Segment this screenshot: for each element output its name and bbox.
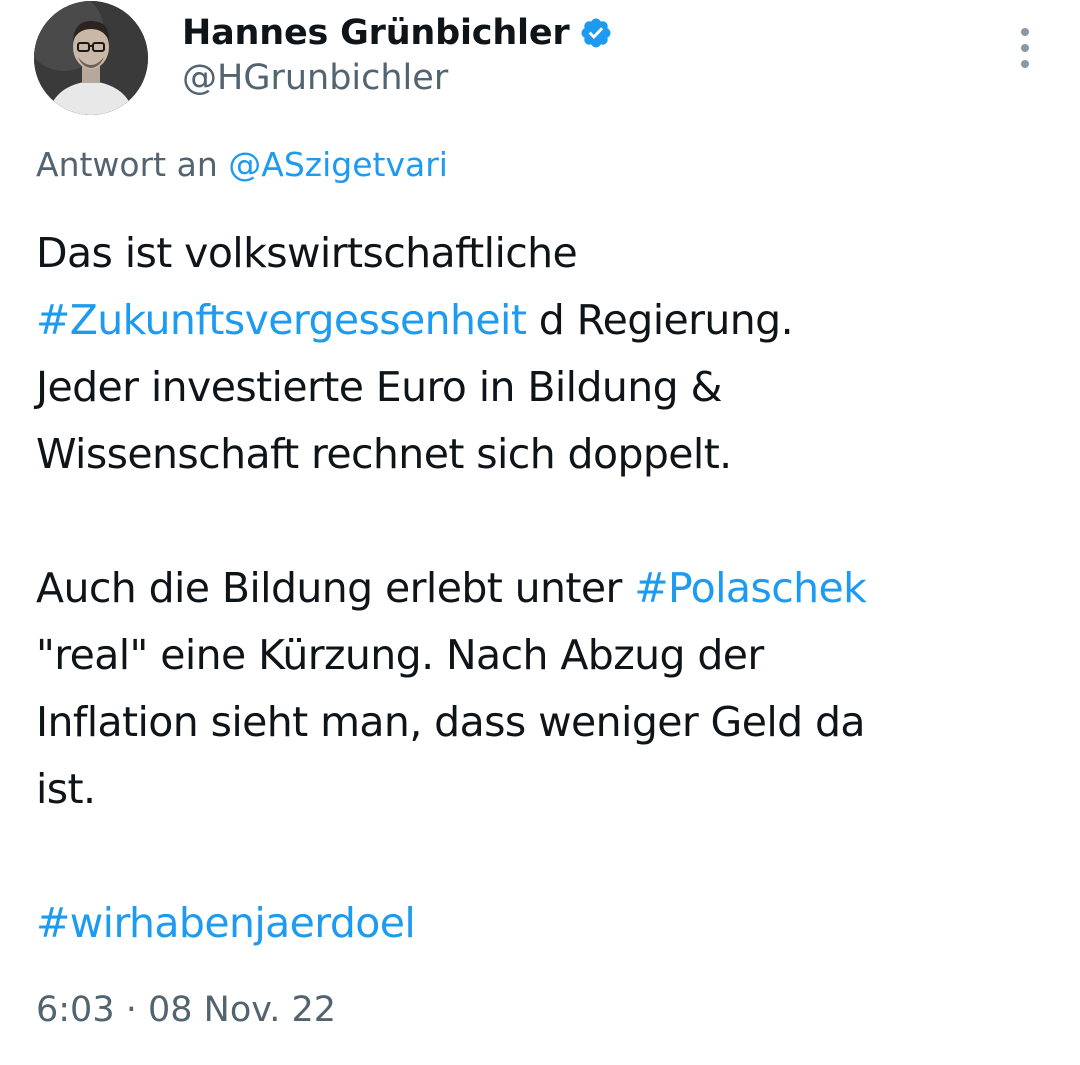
avatar[interactable] [34,1,148,115]
more-options-icon[interactable] [1010,28,1040,68]
tweet-line: ist. [36,765,96,813]
verified-badge-icon[interactable] [579,16,613,50]
author-handle[interactable]: @HGrunbichler [182,58,448,98]
author-display-name[interactable]: Hannes Grünbichler [182,13,570,53]
tweet-text: Das ist volkswirtschaftliche #Zukunftsve… [36,220,1046,957]
tweet-line: Inflation sieht man, dass weniger Geld d… [36,698,866,746]
tweet-line: #Zukunftsvergessenheit d Regierung. [36,287,1046,354]
hashtag-link[interactable]: #wirhabenjaerdoel [36,899,416,947]
reply-context: Antwort an @ASzigetvari [36,145,448,184]
tweet-line-text: d Regierung. [526,296,794,344]
tweet-line: Auch die Bildung erlebt unter #Polaschek [36,555,1046,622]
hashtag-link[interactable]: #Zukunftsvergessenheit [36,296,527,344]
tweet-line-text: Auch die Bildung erlebt unter [36,564,635,612]
tweet-timestamp[interactable]: 6:03 · 08 Nov. 22 [36,990,336,1030]
hashtag-link[interactable]: #Polaschek [634,564,867,612]
author-name-row[interactable]: Hannes Grünbichler [182,10,613,56]
tweet-line: "real" eine Kürzung. Nach Abzug der [36,631,764,679]
reply-mention-link[interactable]: @ASzigetvari [228,145,448,184]
tweet-line: #wirhabenjaerdoel [36,890,1046,957]
tweet-line: Wissenschaft rechnet sich doppelt. [36,430,732,478]
tweet-line: Das ist volkswirtschaftliche [36,229,578,277]
tweet-line: Jeder investierte Euro in Bildung & [36,363,722,411]
avatar-photo [34,1,148,115]
reply-prefix: Antwort an [36,145,218,184]
